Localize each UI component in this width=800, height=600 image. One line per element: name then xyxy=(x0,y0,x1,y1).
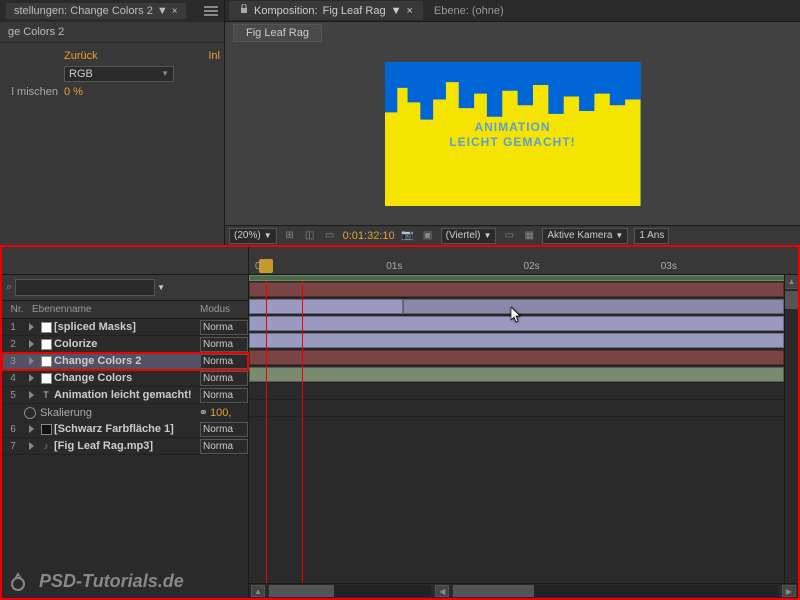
layer-type-icon xyxy=(38,339,54,350)
layer-name[interactable]: Colorize xyxy=(54,338,200,350)
zoom-dropdown[interactable]: (20%)▼ xyxy=(229,228,277,244)
blend-mode-dropdown[interactable]: Norma xyxy=(200,320,248,335)
viewer-footer: (20%)▼ ⊞ ◫ ▭ 0:01:32:10 📷 ▣ (Viertel)▼ ▭… xyxy=(225,225,800,245)
scroll-up-icon: ▲ xyxy=(785,275,798,289)
layer-type-icon xyxy=(38,356,54,367)
chevron-down-icon: ▼ xyxy=(391,5,402,17)
guides-icon[interactable]: ◫ xyxy=(303,229,317,243)
blend-mode-dropdown[interactable]: Norma xyxy=(200,422,248,437)
watermark: PSD-Tutorials.de xyxy=(6,570,184,594)
layer-row[interactable]: 2 Colorize Norma xyxy=(2,336,248,353)
comp-subtab[interactable]: Fig Leaf Rag xyxy=(233,24,322,42)
search-input[interactable] xyxy=(15,279,155,296)
scroll-right-icon[interactable]: ▶ xyxy=(782,585,796,597)
twirl-icon[interactable] xyxy=(24,391,38,399)
channel-icon[interactable]: ▣ xyxy=(421,229,435,243)
twirl-icon[interactable] xyxy=(24,374,38,382)
resolution-dropdown[interactable]: (Viertel)▼ xyxy=(441,228,497,244)
layer-row[interactable]: 3 Change Colors 2 Norma xyxy=(2,353,248,370)
effect-controls-panel: stellungen: Change Colors 2 ▼ × ge Color… xyxy=(0,0,225,245)
layer-type-icon xyxy=(38,373,54,384)
layer-type-icon: T xyxy=(38,390,54,400)
layer-bar[interactable] xyxy=(249,350,784,365)
transparency-grid-icon[interactable]: ▦ xyxy=(522,229,536,243)
link-icon[interactable]: ⚭ xyxy=(199,406,208,419)
effect-panel-tab[interactable]: stellungen: Change Colors 2 ▼ × xyxy=(6,3,186,19)
mix-label: l mischen xyxy=(4,86,64,98)
timecode-display[interactable]: 0:01:32:10 xyxy=(343,230,395,242)
layer-bar[interactable] xyxy=(403,299,784,314)
composition-viewport[interactable]: ANIMATION LEICHT GEMACHT! xyxy=(225,43,800,225)
chevron-down-icon[interactable]: ▼ xyxy=(157,283,165,292)
snapshot-icon[interactable]: 📷 xyxy=(401,229,415,243)
blend-mode-dropdown[interactable]: Norma xyxy=(200,439,248,454)
layer-type-icon xyxy=(38,424,54,435)
close-icon[interactable]: × xyxy=(172,6,178,17)
twirl-icon[interactable] xyxy=(24,323,38,331)
layer-bar[interactable] xyxy=(249,333,784,348)
mix-value[interactable]: 0 % xyxy=(64,86,83,98)
twirl-icon[interactable] xyxy=(24,442,38,450)
views-dropdown[interactable]: 1 Ans xyxy=(634,228,669,244)
close-icon[interactable]: × xyxy=(406,5,412,17)
composition-tab[interactable]: Komposition: Fig Leaf Rag ▼ × xyxy=(229,1,423,20)
camera-dropdown[interactable]: Aktive Kamera▼ xyxy=(542,228,628,244)
lock-icon xyxy=(239,4,249,17)
timeline-panel: ⌕ ▼ Nr. Ebenenname Modus 1 [spliced Mask… xyxy=(0,245,800,600)
vertical-scrollbar[interactable]: ▲ xyxy=(784,275,798,583)
playhead[interactable] xyxy=(259,259,273,273)
layer-name[interactable]: Change Colors xyxy=(54,372,200,384)
layer-type-icon xyxy=(38,322,54,333)
search-icon: ⌕ xyxy=(6,281,12,294)
layer-row[interactable]: 1 [spliced Masks] Norma xyxy=(2,319,248,336)
layer-row[interactable]: 4 Change Colors Norma xyxy=(2,370,248,387)
blend-mode-dropdown[interactable]: Norma xyxy=(200,354,248,369)
layer-name[interactable]: Animation leicht gemacht! xyxy=(54,389,200,401)
property-row[interactable]: Skalierung ⚭ 100, xyxy=(2,404,248,421)
chevron-down-icon: ▼ xyxy=(161,69,169,78)
blend-mode-dropdown[interactable]: Norma xyxy=(200,337,248,352)
grid-icon[interactable]: ⊞ xyxy=(283,229,297,243)
roi-icon[interactable]: ▭ xyxy=(502,229,516,243)
layer-row[interactable]: 5 T Animation leicht gemacht! Norma xyxy=(2,387,248,404)
twirl-icon[interactable] xyxy=(24,425,38,433)
back-link[interactable]: Zurück xyxy=(64,50,98,62)
stopwatch-icon[interactable] xyxy=(24,407,36,419)
scale-value[interactable]: 100, xyxy=(210,407,248,419)
layer-row[interactable]: 6 [Schwarz Farbfläche 1] Norma xyxy=(2,421,248,438)
layer-tab[interactable]: Ebene: (ohne) xyxy=(424,2,514,20)
blend-mode-dropdown[interactable]: Norma xyxy=(200,388,248,403)
layer-name[interactable]: [spliced Masks] xyxy=(54,321,200,333)
scroll-left-icon[interactable]: ◀ xyxy=(435,585,449,597)
layer-name[interactable]: [Schwarz Farbfläche 1] xyxy=(54,423,200,435)
layer-bar[interactable] xyxy=(249,299,403,314)
layer-bar[interactable] xyxy=(249,316,784,331)
track-area[interactable] xyxy=(249,281,798,583)
panel-menu-icon[interactable] xyxy=(204,6,218,16)
timeline-tabs[interactable] xyxy=(2,247,248,275)
layer-bar[interactable] xyxy=(249,282,784,297)
mask-icon[interactable]: ▭ xyxy=(323,229,337,243)
twirl-icon[interactable] xyxy=(24,340,38,348)
zoom-out-icon[interactable]: ▲ xyxy=(251,585,265,597)
preview-frame: ANIMATION LEICHT GEMACHT! xyxy=(385,62,641,206)
horizontal-scrollbar[interactable]: ▲ ◀ ▶ xyxy=(249,583,798,598)
colorspace-dropdown[interactable]: RGB▼ xyxy=(64,66,174,82)
layer-bar[interactable] xyxy=(249,367,784,382)
effect-name-label: ge Colors 2 xyxy=(0,22,224,43)
twirl-icon[interactable] xyxy=(24,357,38,365)
composition-panel: Komposition: Fig Leaf Rag ▼ × Ebene: (oh… xyxy=(225,0,800,245)
layer-row[interactable]: 7 ♪ [Fig Leaf Rag.mp3] Norma xyxy=(2,438,248,455)
time-ruler[interactable]: 0s 01s 02s 03s xyxy=(249,247,798,275)
inline-link[interactable]: Inl xyxy=(208,50,220,62)
layer-name[interactable]: Change Colors 2 xyxy=(54,355,200,367)
chevron-down-icon: ▼ xyxy=(157,5,168,17)
blend-mode-dropdown[interactable]: Norma xyxy=(200,371,248,386)
layer-columns-header: Nr. Ebenenname Modus xyxy=(2,301,248,319)
layer-name[interactable]: [Fig Leaf Rag.mp3] xyxy=(54,440,200,452)
layer-type-icon: ♪ xyxy=(38,441,54,451)
